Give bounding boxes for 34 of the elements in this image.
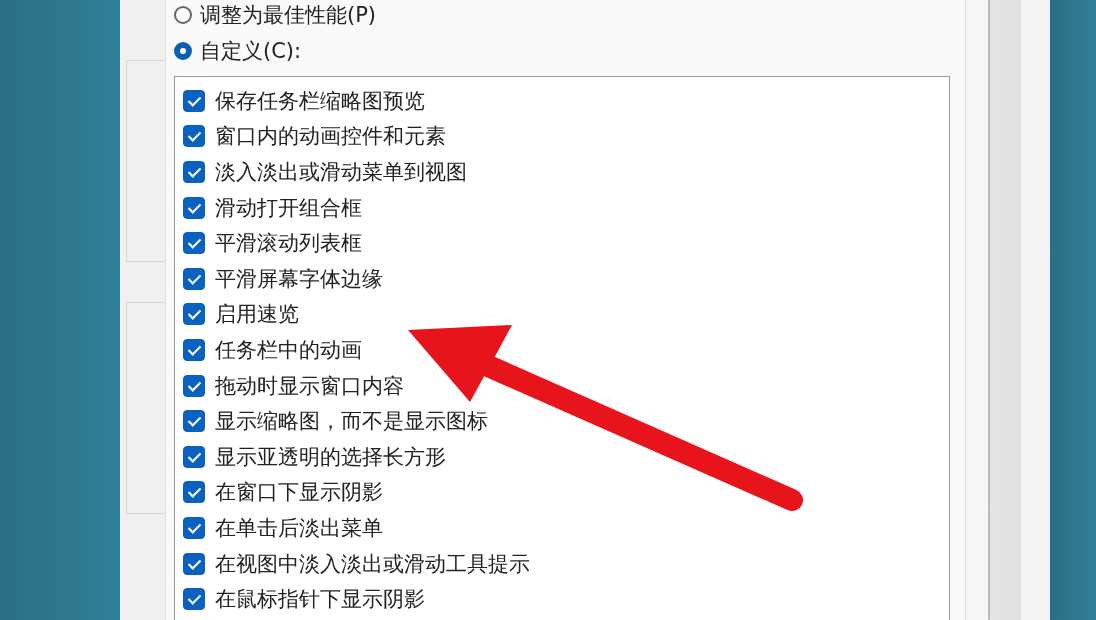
checkbox[interactable]	[183, 588, 205, 611]
checkbox[interactable]	[183, 445, 205, 468]
checkbox-label[interactable]: 显示缩略图，而不是显示图标	[215, 407, 488, 436]
checkbox[interactable]	[183, 125, 205, 148]
checkbox-label[interactable]: 淡入淡出或滑动菜单到视图	[215, 158, 467, 186]
checkbox[interactable]	[183, 161, 205, 183]
checkbox[interactable]	[183, 516, 205, 539]
checkbox[interactable]	[183, 196, 205, 219]
checkbox[interactable]	[183, 552, 205, 575]
checkbox[interactable]	[183, 374, 205, 397]
checkbox-label[interactable]: 滑动打开组合框	[215, 193, 362, 222]
checkbox-label[interactable]: 在鼠标指针下显示阴影	[215, 585, 425, 614]
checkbox[interactable]	[183, 267, 205, 290]
checkbox[interactable]	[183, 89, 205, 112]
checkbox-label[interactable]: 平滑滚动列表框	[215, 229, 362, 258]
option-label[interactable]: 调整为最佳性能(P)	[200, 1, 377, 29]
option-label[interactable]: 自定义(C):	[200, 37, 302, 65]
checkbox[interactable]	[183, 232, 205, 255]
checkbox[interactable]	[183, 303, 205, 326]
checkbox-label[interactable]: 显示亚透明的选择长方形	[215, 442, 446, 471]
checkbox[interactable]	[183, 481, 205, 504]
checkbox-label[interactable]: 在窗口下显示阴影	[215, 478, 383, 507]
radio-button[interactable]	[174, 42, 192, 60]
checkbox[interactable]	[183, 410, 205, 433]
radio-button[interactable]	[174, 6, 192, 24]
checkbox-label[interactable]: 平滑屏幕字体边缘	[215, 264, 383, 293]
checkbox-label[interactable]: 在单击后淡出菜单	[215, 513, 383, 542]
checkbox-label[interactable]: 窗口内的动画控件和元素	[215, 122, 446, 151]
checkbox-label[interactable]: 任务栏中的动画	[215, 335, 362, 364]
checkbox-label[interactable]: 拖动时显示窗口内容	[215, 371, 404, 400]
checkbox-label[interactable]: 在视图中淡入淡出或滑动工具提示	[215, 549, 530, 578]
checkbox-label[interactable]: 启用速览	[215, 300, 299, 329]
checkbox-label[interactable]: 保存任务栏缩略图预览	[215, 86, 425, 115]
checkbox[interactable]	[183, 338, 205, 361]
